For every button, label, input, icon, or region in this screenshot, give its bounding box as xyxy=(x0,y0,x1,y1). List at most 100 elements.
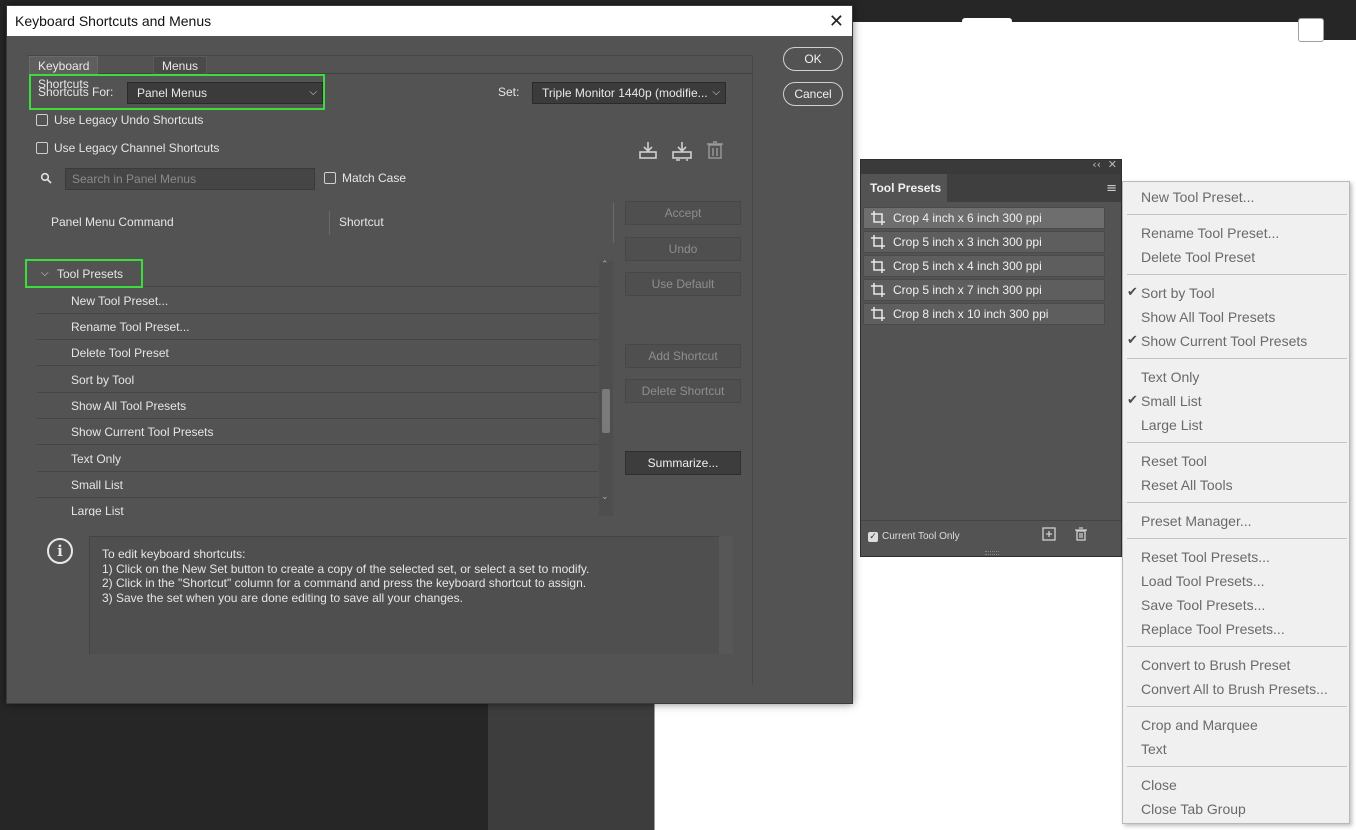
close-icon[interactable]: ✕ xyxy=(829,6,844,36)
delete-shortcut-button[interactable]: Delete Shortcut xyxy=(625,379,741,403)
current-tool-only-label: Current Tool Only xyxy=(882,531,960,542)
tab-tool-presets[interactable]: Tool Presets xyxy=(861,174,947,202)
menu-separator xyxy=(1127,442,1347,443)
menu-item[interactable]: Reset All Tools xyxy=(1141,477,1233,493)
tool-presets-highlight xyxy=(25,259,143,288)
shortcuts-for-select[interactable]: Panel Menus ⌵ xyxy=(127,82,323,104)
new-set-icon[interactable] xyxy=(671,140,693,162)
list-item[interactable]: Text Only xyxy=(37,446,598,472)
legacy-channel-label: Use Legacy Channel Shortcuts xyxy=(54,141,220,155)
cancel-button[interactable]: Cancel xyxy=(783,82,843,106)
tab-keyboard-shortcuts[interactable]: Keyboard Shortcuts xyxy=(29,56,99,91)
add-shortcut-button[interactable]: Add Shortcut xyxy=(625,344,741,368)
menu-item[interactable]: Load Tool Presets... xyxy=(1141,573,1264,589)
legacy-undo-checkbox[interactable] xyxy=(36,114,48,126)
delete-set-icon[interactable] xyxy=(704,140,726,162)
search-input[interactable]: Search in Panel Menus xyxy=(65,168,315,190)
menu-item[interactable]: New Tool Preset... xyxy=(1141,189,1254,205)
legacy-undo-label: Use Legacy Undo Shortcuts xyxy=(54,113,204,127)
menu-separator xyxy=(1127,766,1347,767)
list-item[interactable]: Large List xyxy=(37,498,598,516)
menu-separator xyxy=(1127,502,1347,503)
menu-item[interactable]: Show All Tool Presets xyxy=(1141,309,1275,325)
summarize-button[interactable]: Summarize... xyxy=(625,451,741,475)
list-item[interactable]: Show All Tool Presets xyxy=(37,393,598,419)
panel-topbar: ‹‹ ✕ xyxy=(861,158,1121,174)
dialog-titlebar: Keyboard Shortcuts and Menus ✕ xyxy=(7,6,852,36)
tool-preset-label: Crop 5 inch x 7 inch 300 ppi xyxy=(893,283,1042,297)
search-icon xyxy=(40,172,52,187)
keyboard-shortcuts-dialog: Keyboard Shortcuts and Menus ✕ Keyboard … xyxy=(6,5,853,704)
current-tool-only-checkbox[interactable]: ✓ xyxy=(868,532,878,542)
menu-item[interactable]: Text Only xyxy=(1141,369,1199,385)
scroll-up-icon[interactable]: ⌃ xyxy=(601,260,609,270)
menu-separator xyxy=(1127,274,1347,275)
ok-button[interactable]: OK xyxy=(783,47,843,71)
new-preset-icon[interactable] xyxy=(1042,527,1056,545)
checkmark-icon: ✔ xyxy=(1127,285,1138,300)
match-case-label: Match Case xyxy=(342,171,407,185)
tool-presets-context-menu: New Tool Preset... Rename Tool Preset...… xyxy=(1122,181,1350,824)
menu-item[interactable]: Crop and Marquee xyxy=(1141,717,1258,733)
undo-button[interactable]: Undo xyxy=(625,237,741,261)
menu-item[interactable]: Preset Manager... xyxy=(1141,513,1252,529)
column-header-shortcut[interactable]: Shortcut xyxy=(339,215,384,229)
menu-separator xyxy=(1127,214,1347,215)
use-default-button[interactable]: Use Default xyxy=(625,272,741,296)
menu-item[interactable]: Replace Tool Presets... xyxy=(1141,621,1285,637)
menu-separator xyxy=(1127,646,1347,647)
column-separator xyxy=(613,203,614,243)
search-placeholder: Search in Panel Menus xyxy=(72,172,197,186)
menu-item[interactable]: Rename Tool Preset... xyxy=(1141,225,1279,241)
tool-preset-item[interactable]: Crop 5 inch x 7 inch 300 ppi xyxy=(863,279,1105,301)
info-line: 1) Click on the New Set button to create… xyxy=(102,561,590,576)
checkmark-icon: ✔ xyxy=(1127,393,1138,408)
close-icon[interactable]: ✕ xyxy=(1108,158,1117,171)
scroll-down-icon[interactable]: ⌄ xyxy=(601,492,609,502)
menu-item[interactable]: Small List xyxy=(1141,393,1202,409)
list-item[interactable]: Show Current Tool Presets xyxy=(37,419,598,445)
menu-item[interactable]: Close Tab Group xyxy=(1141,801,1246,817)
list-item[interactable]: New Tool Preset... xyxy=(37,288,598,314)
crop-icon xyxy=(871,259,885,273)
legacy-channel-checkbox[interactable] xyxy=(36,142,48,154)
menu-item[interactable]: Convert to Brush Preset xyxy=(1141,657,1290,673)
menu-item[interactable]: Convert All to Brush Presets... xyxy=(1141,681,1328,697)
match-case-checkbox[interactable] xyxy=(324,172,336,184)
accept-button[interactable]: Accept xyxy=(625,201,741,225)
menu-item[interactable]: Show Current Tool Presets xyxy=(1141,333,1307,349)
collapse-icon[interactable]: ‹‹ xyxy=(1092,158,1101,171)
column-header-command[interactable]: Panel Menu Command xyxy=(51,215,174,229)
tool-preset-item[interactable]: Crop 4 inch x 6 inch 300 ppi xyxy=(863,207,1105,229)
panel-menu-icon[interactable]: ≡ xyxy=(1106,181,1117,196)
tool-preset-item[interactable]: Crop 8 inch x 10 inch 300 ppi xyxy=(863,303,1105,325)
menu-item[interactable]: Reset Tool Presets... xyxy=(1141,549,1270,565)
tool-preset-label: Crop 8 inch x 10 inch 300 ppi xyxy=(893,307,1049,321)
set-select[interactable]: Triple Monitor 1440p (modifie... ⌵ xyxy=(532,82,726,104)
tab-menus[interactable]: Menus xyxy=(153,56,208,74)
menu-item[interactable]: Close xyxy=(1141,777,1177,793)
set-value: Triple Monitor 1440p (modifie... xyxy=(542,86,708,100)
list-item[interactable]: Rename Tool Preset... xyxy=(37,314,598,340)
save-set-icon[interactable] xyxy=(637,140,659,162)
tool-preset-item[interactable]: Crop 5 inch x 4 inch 300 ppi xyxy=(863,255,1105,277)
list-scrollbar-thumb[interactable] xyxy=(602,389,610,433)
list-item[interactable]: Sort by Tool xyxy=(37,367,598,393)
tool-preset-item[interactable]: Crop 5 inch x 3 inch 300 ppi xyxy=(863,231,1105,253)
menu-item[interactable]: Text xyxy=(1141,741,1167,757)
menu-item[interactable]: Save Tool Presets... xyxy=(1141,597,1265,613)
crop-icon xyxy=(871,307,885,321)
menu-item[interactable]: Reset Tool xyxy=(1141,453,1207,469)
menu-item[interactable]: Delete Tool Preset xyxy=(1141,249,1255,265)
set-label: Set: xyxy=(498,85,520,99)
resize-grip[interactable] xyxy=(985,551,999,555)
tool-preset-label: Crop 5 inch x 4 inch 300 ppi xyxy=(893,259,1042,273)
info-scrollbar[interactable] xyxy=(719,536,733,654)
menu-item[interactable]: Large List xyxy=(1141,417,1202,433)
list-item[interactable]: Delete Tool Preset xyxy=(37,340,598,366)
trash-icon[interactable] xyxy=(1074,527,1088,545)
menu-item[interactable]: Sort by Tool xyxy=(1141,285,1215,301)
tool-presets-panel: ‹‹ ✕ Tool Presets ≡ Crop 4 inch x 6 inch… xyxy=(860,158,1122,557)
list-item[interactable]: Small List xyxy=(37,472,598,498)
canvas-area-gray xyxy=(488,700,654,830)
